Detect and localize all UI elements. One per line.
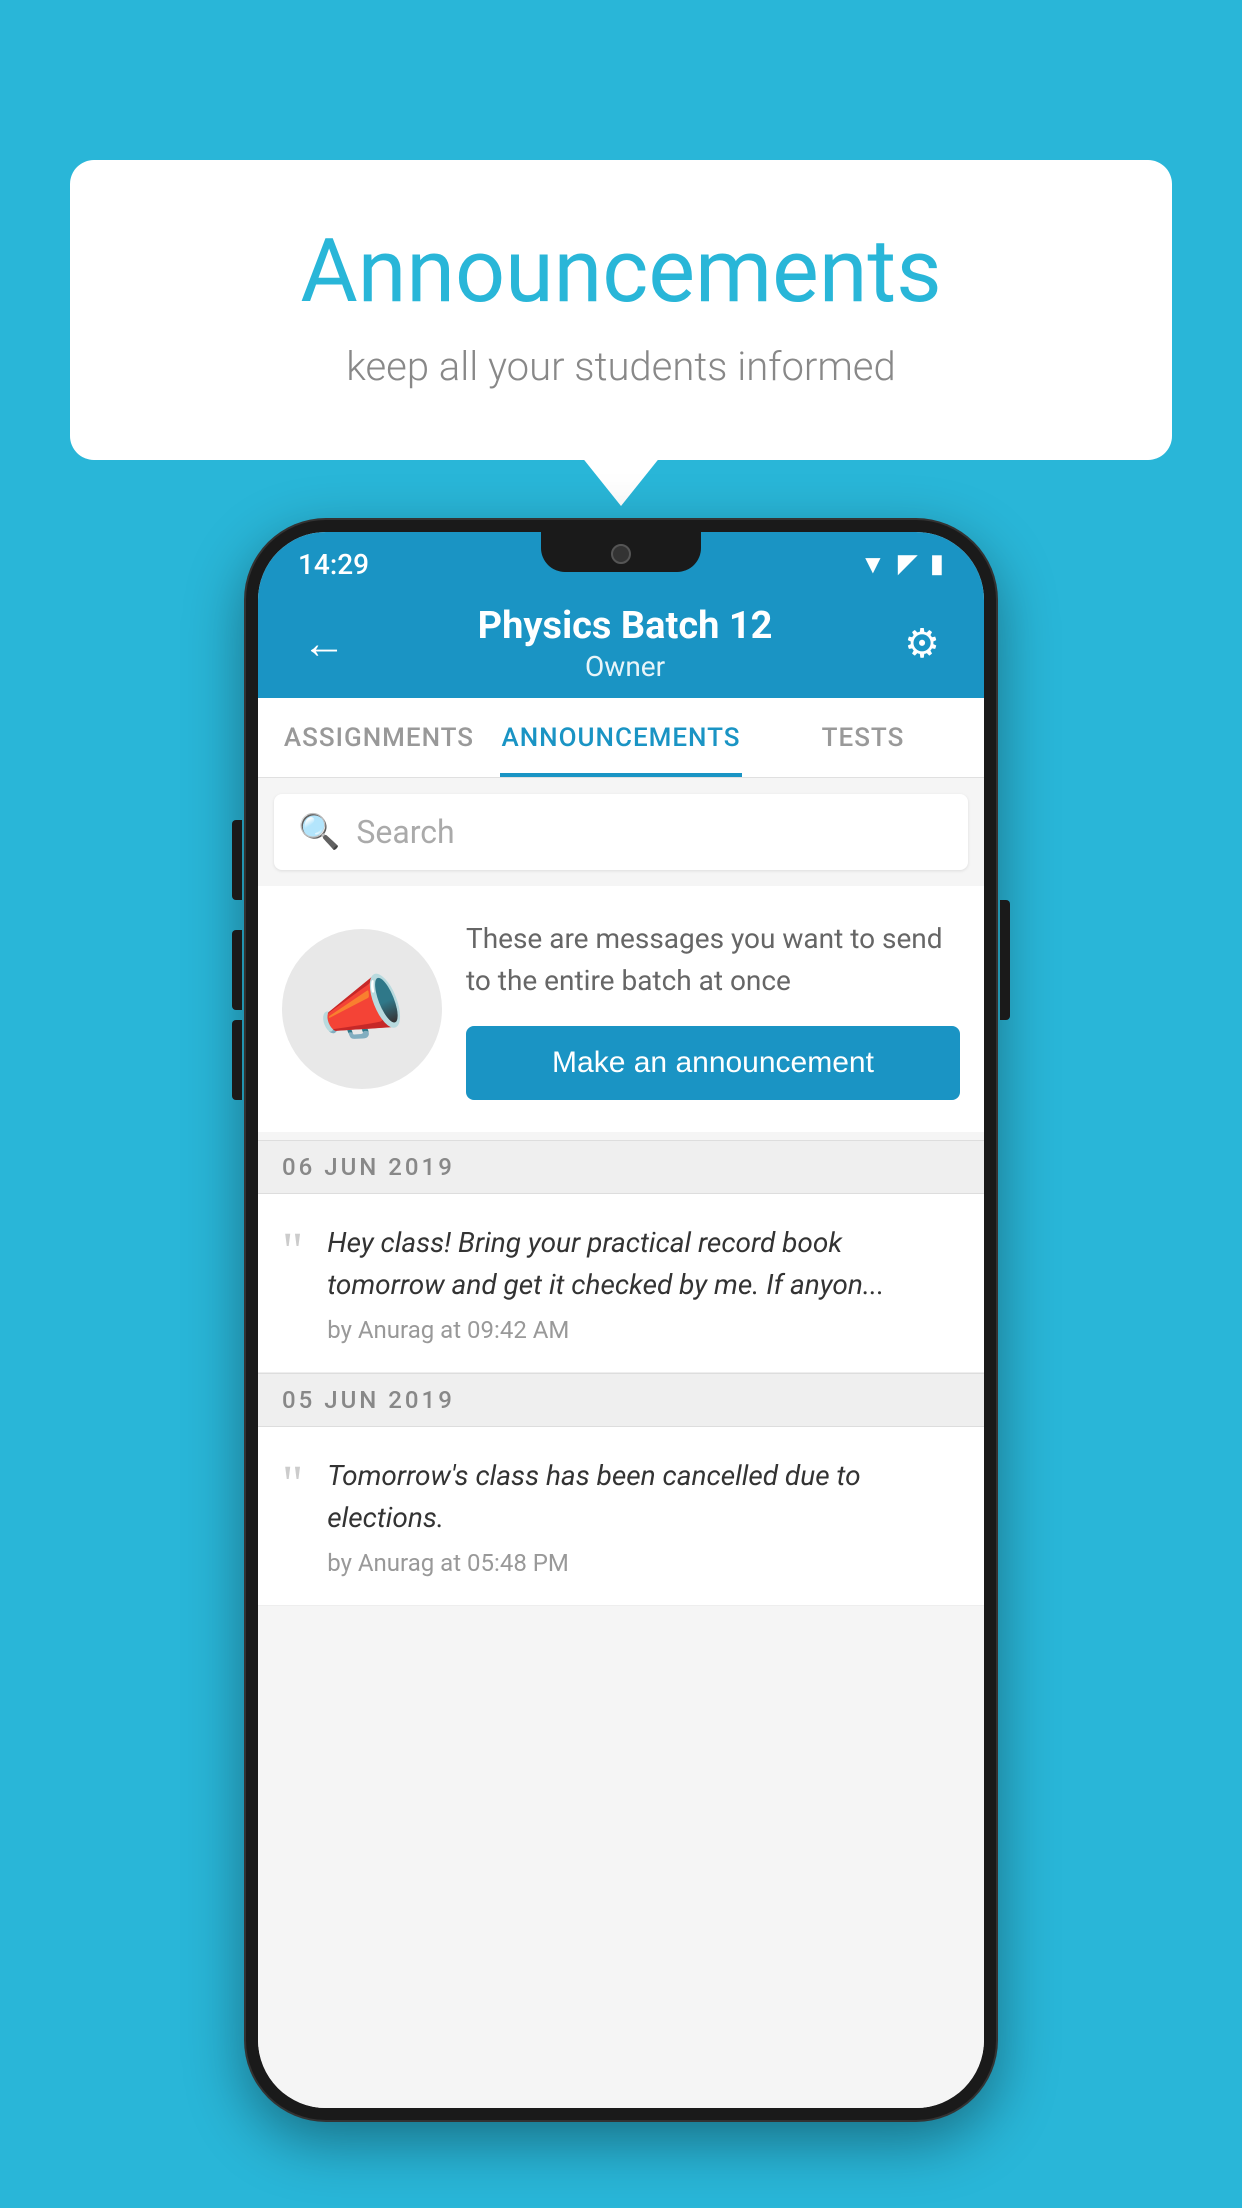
announcement-item-2[interactable]: " Tomorrow's class has been cancelled du… — [258, 1427, 984, 1606]
announcement-meta-2: by Anurag at 05:48 PM — [327, 1549, 960, 1577]
date-separator-2: 05 JUN 2019 — [258, 1373, 984, 1427]
announcement-content-2: Tomorrow's class has been cancelled due … — [327, 1455, 960, 1577]
signal-icon: ◤ — [898, 549, 918, 579]
notch-camera — [611, 544, 631, 564]
phone-inner: 14:29 ▼ ◤ ▮ ← Physics Batch 12 Owner ⚙ — [258, 532, 984, 2108]
app-bar-subtitle: Owner — [354, 650, 896, 683]
app-bar: ← Physics Batch 12 Owner ⚙ — [258, 588, 984, 698]
make-announcement-button[interactable]: Make an announcement — [466, 1026, 960, 1100]
promo-right: These are messages you want to send to t… — [466, 918, 960, 1100]
promo-section: 📣 These are messages you want to send to… — [258, 886, 984, 1132]
back-button[interactable]: ← — [294, 609, 354, 677]
date-separator-1: 06 JUN 2019 — [258, 1140, 984, 1194]
search-bar[interactable]: 🔍 Search — [274, 794, 968, 870]
quote-icon-1: " — [282, 1226, 303, 1278]
tab-announcements[interactable]: ANNOUNCEMENTS — [500, 698, 742, 777]
quote-icon-2: " — [282, 1459, 303, 1511]
tabs-container: ASSIGNMENTS ANNOUNCEMENTS TESTS — [258, 698, 984, 778]
app-bar-title: Physics Batch 12 — [354, 604, 896, 648]
status-icons: ▼ ◤ ▮ — [860, 549, 944, 580]
phone-screen: 14:29 ▼ ◤ ▮ ← Physics Batch 12 Owner ⚙ — [258, 532, 984, 2108]
announcement-text-1: Hey class! Bring your practical record b… — [327, 1222, 960, 1306]
status-time: 14:29 — [298, 548, 369, 581]
settings-button[interactable]: ⚙ — [896, 612, 948, 675]
scrollable-content: 🔍 Search 📣 These are messages you want t… — [258, 778, 984, 2108]
search-icon: 🔍 — [298, 812, 340, 852]
app-bar-center: Physics Batch 12 Owner — [354, 604, 896, 683]
wifi-icon: ▼ — [860, 549, 886, 580]
tab-tests[interactable]: TESTS — [742, 698, 984, 777]
announcement-content-1: Hey class! Bring your practical record b… — [327, 1222, 960, 1344]
tab-assignments[interactable]: ASSIGNMENTS — [258, 698, 500, 777]
phone-notch — [541, 532, 701, 572]
search-placeholder: Search — [356, 813, 454, 851]
announcement-item-1[interactable]: " Hey class! Bring your practical record… — [258, 1194, 984, 1373]
bubble-title: Announcements — [150, 220, 1092, 323]
promo-icon-circle: 📣 — [282, 929, 442, 1089]
megaphone-icon: 📣 — [318, 968, 405, 1050]
announcement-meta-1: by Anurag at 09:42 AM — [327, 1316, 960, 1344]
phone-mockup: 14:29 ▼ ◤ ▮ ← Physics Batch 12 Owner ⚙ — [246, 520, 996, 2120]
announcement-text-2: Tomorrow's class has been cancelled due … — [327, 1455, 960, 1539]
speech-bubble: Announcements keep all your students inf… — [70, 160, 1172, 460]
battery-icon: ▮ — [930, 549, 944, 579]
phone-outer: 14:29 ▼ ◤ ▮ ← Physics Batch 12 Owner ⚙ — [246, 520, 996, 2120]
bubble-subtitle: keep all your students informed — [150, 343, 1092, 390]
speech-bubble-container: Announcements keep all your students inf… — [70, 160, 1172, 460]
promo-text: These are messages you want to send to t… — [466, 918, 960, 1002]
